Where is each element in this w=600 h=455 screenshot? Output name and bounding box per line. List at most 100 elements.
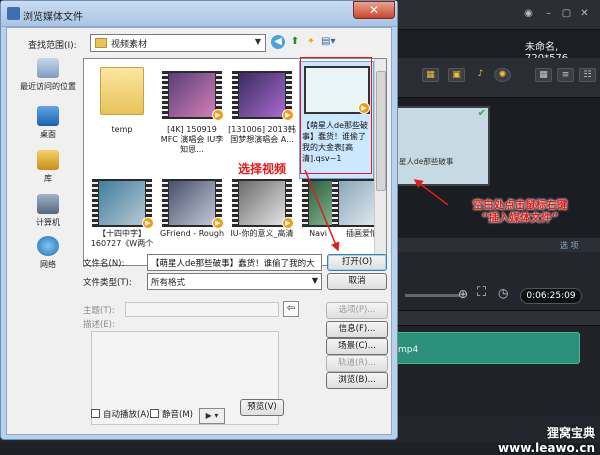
new-folder-icon[interactable]: ✦ — [304, 35, 318, 49]
file-name: temp — [111, 125, 133, 134]
recent-icon — [37, 58, 59, 78]
open-button[interactable]: 打开(O) — [327, 254, 387, 271]
list-view-icon[interactable]: ≡ — [557, 68, 574, 82]
look-in-select[interactable]: 视频素材 ▼ — [90, 34, 266, 52]
info-button[interactable]: 信息(F)... — [326, 321, 388, 338]
mute-checkbox[interactable] — [150, 409, 159, 418]
timeline-ruler[interactable] — [395, 310, 600, 326]
check-icon: ✔ — [477, 108, 486, 119]
video-thumbnail: ▶ — [232, 63, 294, 123]
up-folder-icon[interactable]: ⬆ — [288, 35, 302, 49]
maximize-icon[interactable]: ▢ — [560, 7, 573, 20]
media-thumbnail-label: 星人de那些破事 — [399, 157, 454, 166]
chevron-down-icon: ▼ — [311, 276, 318, 285]
browse-button[interactable]: 浏览(B)... — [326, 372, 388, 389]
back-icon[interactable]: ◀ — [271, 35, 285, 49]
video-item[interactable]: ▶ [131006] 2013韩国梦想演唱会 A... — [228, 61, 296, 153]
place-library[interactable]: 库 — [15, 150, 81, 190]
play-dropdown-button[interactable]: ▶ ▾ — [199, 408, 225, 424]
chevron-down-icon: ▼ — [254, 37, 261, 46]
preview-button[interactable]: 预览(V) — [240, 399, 284, 416]
file-type-select[interactable]: 所有格式 ▼ — [147, 273, 322, 290]
video-item[interactable]: ▶ 【十四中字】160727《W两个 — [88, 177, 156, 265]
file-name-field[interactable]: 【萌星人de那些破事】蠢货！谁偷了我的大 — [147, 254, 322, 271]
video-clip[interactable]: mp4 — [395, 332, 580, 364]
file-name: IU-你的意义_高清 — [230, 229, 294, 238]
video-item[interactable]: ▶ IU-你的意义_高清 — [228, 177, 296, 265]
place-label: 最近访问的位置 — [20, 82, 76, 91]
grid-view-icon[interactable]: ▦ — [535, 68, 552, 82]
scrollbar-thumb[interactable] — [376, 71, 386, 191]
zoom-slider[interactable] — [405, 294, 460, 297]
reel-icon[interactable]: ✺ — [494, 68, 511, 82]
place-label: 计算机 — [36, 218, 60, 227]
place-label: 网络 — [40, 260, 56, 269]
annotation-select-video: 选择视频 — [238, 162, 287, 176]
play-icon: ▶ — [142, 217, 154, 229]
network-icon — [37, 236, 59, 256]
play-icon: ▶ — [282, 109, 294, 121]
dialog-title: 浏览媒体文件 — [23, 12, 83, 23]
zoom-in-icon[interactable]: ⊕ — [458, 287, 468, 301]
file-name: GFriend - Rough — [159, 229, 225, 238]
project-info: 未命名, 720*576 — [395, 30, 600, 64]
dialog-app-icon — [7, 7, 20, 20]
place-desktop[interactable]: 桌面 — [15, 106, 81, 146]
selection-highlight-box — [300, 57, 372, 174]
look-in-value: 视频素材 — [111, 40, 148, 50]
play-icon: ▶ — [212, 109, 224, 121]
play-icon: ▶ — [282, 217, 294, 229]
place-label: 库 — [44, 174, 52, 183]
image-icon[interactable]: ▣ — [448, 68, 465, 82]
annotation-insert-media: “插入媒体文件” — [481, 212, 559, 224]
subject-field[interactable] — [125, 302, 279, 317]
file-name: [131006] 2013韩国梦想演唱会 A... — [228, 125, 296, 144]
music-icon[interactable]: ♪ — [472, 68, 489, 82]
minimize-icon[interactable]: – — [542, 7, 555, 20]
folder-item-temp[interactable]: temp — [88, 61, 156, 153]
place-network[interactable]: 网络 — [15, 236, 81, 276]
track-button[interactable]: 轨道(R)... — [326, 355, 388, 372]
app-title-bar: ◉ – ▢ ✕ — [395, 0, 600, 30]
timecode-display: 0:06:25:09 — [520, 288, 582, 304]
dialog-title-bar[interactable]: 浏览媒体文件 ✕ — [1, 1, 397, 27]
subject-label: 主题(T): — [83, 306, 115, 316]
close-icon[interactable]: ✕ — [353, 1, 395, 19]
file-type-value: 所有格式 — [151, 278, 186, 288]
arrow-left-icon[interactable]: ⇦ — [283, 301, 299, 317]
options-button[interactable]: 选项(P)... — [326, 302, 388, 319]
close-app-icon[interactable]: ✕ — [578, 7, 591, 20]
file-name: 【十四中字】160727《W两个 — [90, 229, 154, 248]
file-type-label: 文件类型(T): — [83, 278, 132, 288]
fit-icon[interactable]: ⛶ — [477, 285, 486, 300]
watermark: 狸窝宝典 www.leawo.cn — [498, 426, 595, 455]
file-name: [4K] 150919 MFC 演唱会 IU李知恩... — [160, 125, 224, 154]
video-icon[interactable]: ▦ — [422, 68, 439, 82]
place-label: 桌面 — [40, 130, 56, 139]
media-thumbnail[interactable]: 星人de那些破事 ✔ — [395, 106, 490, 186]
scene-button[interactable]: 场景(C)... — [326, 338, 388, 355]
video-item[interactable]: ▶ [4K] 150919 MFC 演唱会 IU李知恩... — [158, 61, 226, 154]
clock-icon: ◷ — [498, 286, 509, 300]
zoom-controls: ⊕ ⛶ ◷ 0:06:25:09 — [395, 280, 600, 310]
computer-icon — [37, 194, 59, 214]
library-icon — [37, 150, 59, 170]
autoplay-checkbox[interactable] — [91, 409, 100, 418]
timeline-track[interactable]: mp4 — [395, 326, 600, 416]
mute-label: 静音(M) — [162, 410, 193, 420]
video-thumbnail: ▶ — [162, 63, 224, 123]
places-bar: 最近访问的位置 桌面 库 计算机 网络 — [15, 58, 81, 269]
folder-icon — [95, 38, 107, 48]
video-item[interactable]: ▶ GFriend - Rough — [158, 177, 226, 265]
place-computer[interactable]: 计算机 — [15, 194, 81, 234]
view-menu-icon[interactable]: ▤▾ — [321, 35, 335, 49]
file-name-label: 文件名(N): — [83, 259, 125, 269]
detail-view-icon[interactable]: ☷ — [579, 68, 596, 82]
options-tab[interactable]: 选 项 — [395, 238, 600, 252]
media-toolbar: ▦ ▣ ♪ ✺ ▦ ≡ ☷ — [395, 58, 600, 98]
cancel-button[interactable]: 取消 — [327, 273, 387, 290]
description-label: 描述(E): — [83, 320, 115, 330]
info-icon[interactable]: ◉ — [522, 7, 535, 20]
place-recent[interactable]: 最近访问的位置 — [15, 58, 81, 98]
file-list-scrollbar[interactable] — [374, 59, 386, 265]
